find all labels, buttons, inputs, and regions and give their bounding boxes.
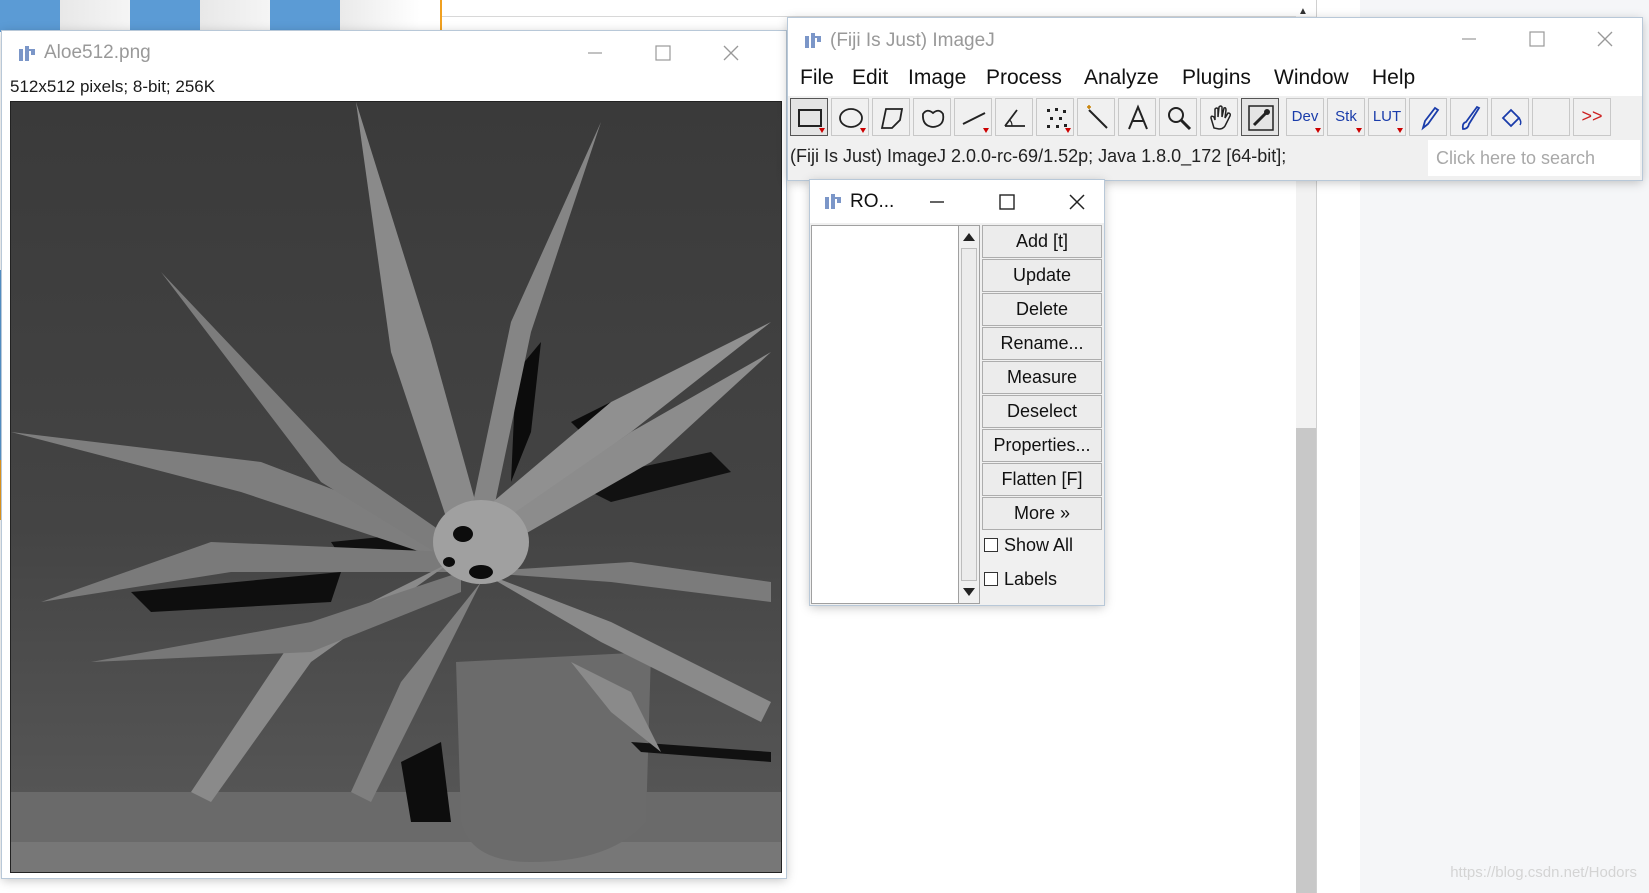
- delete-button[interactable]: Delete: [982, 293, 1102, 326]
- magnifier-icon: [1168, 107, 1192, 131]
- watermark-text: https://blog.csdn.net/Hodors: [1450, 864, 1637, 881]
- labels-checkbox[interactable]: Labels: [984, 566, 1104, 596]
- image-canvas[interactable]: [10, 101, 782, 873]
- tool-brush[interactable]: [1450, 98, 1488, 136]
- close-icon[interactable]: [1594, 28, 1616, 50]
- roi-list[interactable]: [811, 225, 959, 604]
- checkbox-box[interactable]: [984, 538, 998, 552]
- tool-rectangle[interactable]: [790, 98, 828, 136]
- scroll-down-icon[interactable]: [963, 588, 975, 596]
- menu-process[interactable]: Process: [986, 66, 1062, 90]
- tool-flood-fill[interactable]: [1491, 98, 1529, 136]
- angle-icon: [1004, 109, 1025, 127]
- image-window[interactable]: Aloe512.png 512x512 pixels; 8-bit; 256K: [2, 31, 786, 878]
- tool-developer-menu[interactable]: Dev: [1286, 98, 1324, 136]
- rename-button[interactable]: Rename...: [982, 327, 1102, 360]
- tool-stack-menu[interactable]: Stk: [1327, 98, 1365, 136]
- close-icon[interactable]: [1066, 191, 1088, 213]
- tool-dropper[interactable]: [1241, 98, 1279, 136]
- close-icon[interactable]: [720, 42, 742, 64]
- stk-label: Stk: [1335, 108, 1357, 125]
- more-button[interactable]: More »: [982, 497, 1102, 530]
- tool-pencil[interactable]: [1409, 98, 1447, 136]
- hand-icon: [1210, 105, 1231, 130]
- more-tools-label: >>: [1581, 106, 1603, 126]
- imagej-window-title: (Fiji Is Just) ImageJ: [830, 30, 995, 51]
- search-input[interactable]: Click here to search: [1428, 140, 1640, 176]
- tool-bar: Dev Stk LUT >>: [790, 98, 1640, 138]
- tool-empty-slot: [1532, 98, 1570, 136]
- tool-oval[interactable]: [831, 98, 869, 136]
- tool-zoom[interactable]: [1159, 98, 1197, 136]
- menu-bar: File Edit Image Process Analyze Plugins …: [788, 60, 1642, 96]
- pencil-icon: [1421, 106, 1440, 131]
- dev-label: Dev: [1291, 108, 1319, 125]
- minimize-icon[interactable]: [926, 191, 948, 213]
- wand-icon: [1087, 105, 1108, 129]
- text-icon: [1128, 104, 1148, 130]
- show-all-label: Show All: [1004, 535, 1074, 555]
- background-window-top: [442, 0, 1312, 17]
- search-placeholder: Click here to search: [1436, 148, 1596, 168]
- aloe-depth-image: [11, 102, 781, 872]
- image-window-title: Aloe512.png: [44, 42, 151, 63]
- polygon-icon: [880, 108, 904, 129]
- maximize-icon[interactable]: [1526, 28, 1548, 50]
- scroll-up-icon[interactable]: [963, 233, 975, 241]
- menu-help[interactable]: Help: [1372, 66, 1415, 90]
- flatten-button[interactable]: Flatten [F]: [982, 463, 1102, 496]
- update-button[interactable]: Update: [982, 259, 1102, 292]
- tool-lut-menu[interactable]: LUT: [1368, 98, 1406, 136]
- tool-wand[interactable]: [1077, 98, 1115, 136]
- maximize-icon[interactable]: [996, 191, 1018, 213]
- minimize-icon[interactable]: [1458, 28, 1480, 50]
- menu-file[interactable]: File: [800, 66, 834, 90]
- image-info-text: 512x512 pixels; 8-bit; 256K: [10, 77, 216, 96]
- tool-hand[interactable]: [1200, 98, 1238, 136]
- background-scrollbar[interactable]: [1296, 428, 1316, 893]
- add-button[interactable]: Add [t]: [982, 225, 1102, 258]
- maximize-icon[interactable]: [652, 42, 674, 64]
- dropper-icon: [1248, 105, 1274, 131]
- menu-analyze[interactable]: Analyze: [1084, 66, 1159, 90]
- labels-label: Labels: [1004, 569, 1058, 589]
- freehand-icon: [922, 109, 945, 128]
- imagej-titlebar[interactable]: (Fiji Is Just) ImageJ: [788, 18, 1642, 60]
- measure-button[interactable]: Measure: [982, 361, 1102, 394]
- tool-polygon[interactable]: [872, 98, 910, 136]
- scroll-thumb[interactable]: [961, 248, 977, 581]
- fiji-icon: [18, 45, 36, 63]
- fiji-icon: [824, 193, 842, 211]
- menu-window[interactable]: Window: [1274, 66, 1349, 90]
- background-taskbar-strip: [0, 0, 440, 32]
- image-window-titlebar[interactable]: Aloe512.png: [2, 31, 786, 75]
- status-bar-text: (Fiji Is Just) ImageJ 2.0.0-rc-69/1.52p;…: [790, 146, 1287, 166]
- roi-list-scrollbar[interactable]: [958, 225, 980, 604]
- menu-edit[interactable]: Edit: [852, 66, 888, 90]
- lut-label: LUT: [1372, 108, 1402, 125]
- deselect-button[interactable]: Deselect: [982, 395, 1102, 428]
- menu-image[interactable]: Image: [908, 66, 966, 90]
- tool-line[interactable]: [954, 98, 992, 136]
- bucket-icon: [1501, 108, 1522, 128]
- checkbox-box[interactable]: [984, 572, 998, 586]
- roi-manager-window[interactable]: RO... Add [t] Update Delete Rename... Me…: [810, 180, 1104, 605]
- imagej-main-window[interactable]: (Fiji Is Just) ImageJ File Edit Image Pr…: [788, 18, 1642, 180]
- fiji-icon: [804, 32, 822, 50]
- minimize-icon[interactable]: [584, 42, 606, 64]
- tool-angle[interactable]: [995, 98, 1033, 136]
- tool-more-tools[interactable]: >>: [1573, 98, 1611, 136]
- menu-plugins[interactable]: Plugins: [1182, 66, 1251, 90]
- tool-point[interactable]: [1036, 98, 1074, 136]
- tool-text[interactable]: [1118, 98, 1156, 136]
- roi-manager-titlebar[interactable]: RO...: [810, 180, 1104, 223]
- tool-freehand[interactable]: [913, 98, 951, 136]
- show-all-checkbox[interactable]: Show All: [984, 532, 1104, 562]
- brush-icon: [1461, 105, 1481, 130]
- roi-manager-title: RO...: [850, 191, 895, 212]
- properties-button[interactable]: Properties...: [982, 429, 1102, 462]
